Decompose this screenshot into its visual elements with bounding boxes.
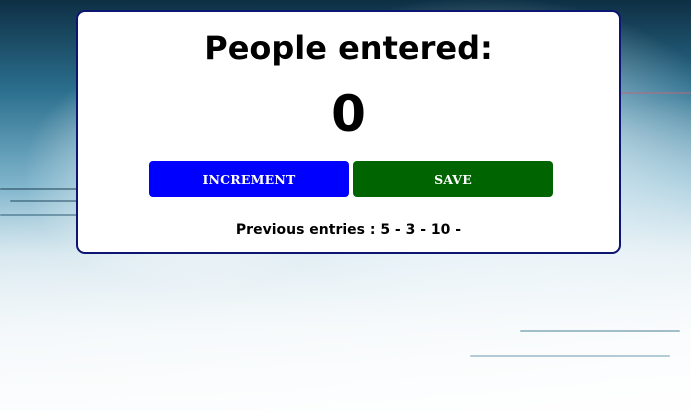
save-button[interactable]: SAVE: [353, 161, 553, 197]
increment-button[interactable]: INCREMENT: [149, 161, 349, 197]
counter-card: People entered: 0 INCREMENT SAVE Previou…: [76, 10, 621, 254]
previous-entries: Previous entries : 5 - 3 - 10 -: [235, 222, 462, 238]
page-title: People entered:: [204, 29, 493, 67]
button-row: INCREMENT SAVE: [149, 161, 553, 197]
people-count: 0: [331, 85, 366, 143]
